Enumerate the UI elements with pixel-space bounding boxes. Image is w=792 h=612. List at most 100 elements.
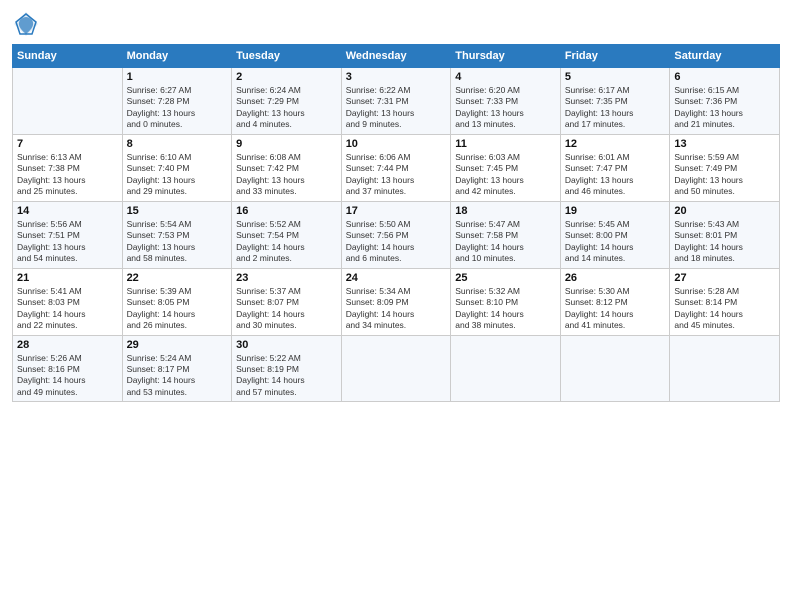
calendar-cell bbox=[13, 68, 123, 135]
calendar-cell bbox=[560, 335, 670, 402]
day-info: Sunrise: 5:39 AMSunset: 8:05 PMDaylight:… bbox=[127, 286, 228, 332]
calendar-cell bbox=[451, 335, 561, 402]
day-number: 11 bbox=[455, 138, 556, 150]
calendar-cell bbox=[670, 335, 780, 402]
day-info: Sunrise: 6:01 AMSunset: 7:47 PMDaylight:… bbox=[565, 152, 666, 198]
day-info: Sunrise: 6:13 AMSunset: 7:38 PMDaylight:… bbox=[17, 152, 118, 198]
col-header-friday: Friday bbox=[560, 45, 670, 68]
day-number: 5 bbox=[565, 71, 666, 83]
day-number: 20 bbox=[674, 205, 775, 217]
col-header-wednesday: Wednesday bbox=[341, 45, 451, 68]
day-info: Sunrise: 5:34 AMSunset: 8:09 PMDaylight:… bbox=[346, 286, 447, 332]
day-number: 2 bbox=[236, 71, 337, 83]
day-number: 17 bbox=[346, 205, 447, 217]
calendar-header-row: SundayMondayTuesdayWednesdayThursdayFrid… bbox=[13, 45, 780, 68]
day-info: Sunrise: 5:43 AMSunset: 8:01 PMDaylight:… bbox=[674, 219, 775, 265]
calendar-week-2: 7Sunrise: 6:13 AMSunset: 7:38 PMDaylight… bbox=[13, 134, 780, 201]
col-header-thursday: Thursday bbox=[451, 45, 561, 68]
calendar-cell: 30 Sunrise: 5:22 AMSunset: 8:19 PMDayligh… bbox=[232, 335, 342, 402]
day-info: Sunrise: 5:45 AMSunset: 8:00 PMDaylight:… bbox=[565, 219, 666, 265]
calendar-cell: 29Sunrise: 5:24 AMSunset: 8:17 PMDayligh… bbox=[122, 335, 232, 402]
calendar-cell: 16Sunrise: 5:52 AMSunset: 7:54 PMDayligh… bbox=[232, 201, 342, 268]
day-number: 22 bbox=[127, 272, 228, 284]
col-header-monday: Monday bbox=[122, 45, 232, 68]
calendar-cell: 10 Sunrise: 6:06 AMSunset: 7:44 PMDayligh… bbox=[341, 134, 451, 201]
day-number: 1 bbox=[127, 71, 228, 83]
calendar-table: SundayMondayTuesdayWednesdayThursdayFrid… bbox=[12, 44, 780, 402]
day-number: 19 bbox=[565, 205, 666, 217]
day-number: 10 bbox=[346, 138, 447, 150]
day-info: Sunrise: 6:15 AMSunset: 7:36 PMDaylight:… bbox=[674, 85, 775, 131]
day-info: Sunrise: 5:54 AMSunset: 7:53 PMDaylight:… bbox=[127, 219, 228, 265]
day-info: Sunrise: 5:22 AMSunset: 8:19 PMDaylight:… bbox=[236, 353, 337, 399]
day-info: Sunrise: 5:26 AMSunset: 8:16 PMDaylight:… bbox=[17, 353, 118, 399]
day-number: 15 bbox=[127, 205, 228, 217]
day-number: 26 bbox=[565, 272, 666, 284]
day-info: Sunrise: 5:47 AMSunset: 7:58 PMDaylight:… bbox=[455, 219, 556, 265]
day-number: 13 bbox=[674, 138, 775, 150]
calendar-week-1: 1 Sunrise: 6:27 AMSunset: 7:28 PMDaylight… bbox=[13, 68, 780, 135]
day-info: Sunrise: 6:22 AMSunset: 7:31 PMDaylight:… bbox=[346, 85, 447, 131]
day-number: 23 bbox=[236, 272, 337, 284]
day-info: Sunrise: 5:28 AMSunset: 8:14 PMDaylight:… bbox=[674, 286, 775, 332]
day-info: Sunrise: 5:41 AMSunset: 8:03 PMDaylight:… bbox=[17, 286, 118, 332]
calendar-cell: 17 Sunrise: 5:50 AMSunset: 7:56 PMDayligh… bbox=[341, 201, 451, 268]
day-info: Sunrise: 5:50 AMSunset: 7:56 PMDaylight:… bbox=[346, 219, 447, 265]
day-info: Sunrise: 5:37 AMSunset: 8:07 PMDaylight:… bbox=[236, 286, 337, 332]
calendar-cell: 1 Sunrise: 6:27 AMSunset: 7:28 PMDaylight… bbox=[122, 68, 232, 135]
calendar-week-3: 14 Sunrise: 5:56 AMSunset: 7:51 PMDayligh… bbox=[13, 201, 780, 268]
calendar-cell: 26Sunrise: 5:30 AMSunset: 8:12 PMDayligh… bbox=[560, 268, 670, 335]
day-number: 25 bbox=[455, 272, 556, 284]
day-number: 6 bbox=[674, 71, 775, 83]
day-info: Sunrise: 6:17 AMSunset: 7:35 PMDaylight:… bbox=[565, 85, 666, 131]
calendar-cell: 6 Sunrise: 6:15 AMSunset: 7:36 PMDaylight… bbox=[670, 68, 780, 135]
day-number: 27 bbox=[674, 272, 775, 284]
day-number: 9 bbox=[236, 138, 337, 150]
calendar-cell: 11 Sunrise: 6:03 AMSunset: 7:45 PMDayligh… bbox=[451, 134, 561, 201]
calendar-cell: 14 Sunrise: 5:56 AMSunset: 7:51 PMDayligh… bbox=[13, 201, 123, 268]
calendar-cell: 20 Sunrise: 5:43 AMSunset: 8:01 PMDayligh… bbox=[670, 201, 780, 268]
day-info: Sunrise: 6:08 AMSunset: 7:42 PMDaylight:… bbox=[236, 152, 337, 198]
col-header-tuesday: Tuesday bbox=[232, 45, 342, 68]
day-info: Sunrise: 5:52 AMSunset: 7:54 PMDaylight:… bbox=[236, 219, 337, 265]
day-info: Sunrise: 6:24 AMSunset: 7:29 PMDaylight:… bbox=[236, 85, 337, 131]
day-number: 21 bbox=[17, 272, 118, 284]
calendar-cell: 9 Sunrise: 6:08 AMSunset: 7:42 PMDaylight… bbox=[232, 134, 342, 201]
day-number: 28 bbox=[17, 339, 118, 351]
day-number: 3 bbox=[346, 71, 447, 83]
day-number: 4 bbox=[455, 71, 556, 83]
calendar-cell: 13 Sunrise: 5:59 AMSunset: 7:49 PMDayligh… bbox=[670, 134, 780, 201]
day-number: 8 bbox=[127, 138, 228, 150]
calendar-cell: 8Sunrise: 6:10 AMSunset: 7:40 PMDaylight… bbox=[122, 134, 232, 201]
logo bbox=[12, 10, 44, 38]
day-number: 29 bbox=[127, 339, 228, 351]
day-info: Sunrise: 5:59 AMSunset: 7:49 PMDaylight:… bbox=[674, 152, 775, 198]
col-header-saturday: Saturday bbox=[670, 45, 780, 68]
calendar-week-4: 21 Sunrise: 5:41 AMSunset: 8:03 PMDayligh… bbox=[13, 268, 780, 335]
col-header-sunday: Sunday bbox=[13, 45, 123, 68]
calendar-cell: 4 Sunrise: 6:20 AMSunset: 7:33 PMDaylight… bbox=[451, 68, 561, 135]
calendar-cell: 21 Sunrise: 5:41 AMSunset: 8:03 PMDayligh… bbox=[13, 268, 123, 335]
calendar-cell: 19 Sunrise: 5:45 AMSunset: 8:00 PMDayligh… bbox=[560, 201, 670, 268]
day-info: Sunrise: 6:27 AMSunset: 7:28 PMDaylight:… bbox=[127, 85, 228, 131]
day-info: Sunrise: 5:56 AMSunset: 7:51 PMDaylight:… bbox=[17, 219, 118, 265]
day-number: 30 bbox=[236, 339, 337, 351]
calendar-cell: 24 Sunrise: 5:34 AMSunset: 8:09 PMDayligh… bbox=[341, 268, 451, 335]
logo-icon bbox=[12, 10, 40, 38]
calendar-cell: 15 Sunrise: 5:54 AMSunset: 7:53 PMDayligh… bbox=[122, 201, 232, 268]
page: SundayMondayTuesdayWednesdayThursdayFrid… bbox=[0, 0, 792, 612]
day-info: Sunrise: 6:03 AMSunset: 7:45 PMDaylight:… bbox=[455, 152, 556, 198]
calendar-cell: 25 Sunrise: 5:32 AMSunset: 8:10 PMDayligh… bbox=[451, 268, 561, 335]
day-number: 24 bbox=[346, 272, 447, 284]
day-number: 12 bbox=[565, 138, 666, 150]
header bbox=[12, 10, 780, 38]
calendar-cell bbox=[341, 335, 451, 402]
calendar-cell: 5 Sunrise: 6:17 AMSunset: 7:35 PMDaylight… bbox=[560, 68, 670, 135]
calendar-cell: 7Sunrise: 6:13 AMSunset: 7:38 PMDaylight… bbox=[13, 134, 123, 201]
day-info: Sunrise: 6:06 AMSunset: 7:44 PMDaylight:… bbox=[346, 152, 447, 198]
day-number: 14 bbox=[17, 205, 118, 217]
calendar-cell: 23 Sunrise: 5:37 AMSunset: 8:07 PMDayligh… bbox=[232, 268, 342, 335]
day-info: Sunrise: 6:20 AMSunset: 7:33 PMDaylight:… bbox=[455, 85, 556, 131]
calendar-cell: 12 Sunrise: 6:01 AMSunset: 7:47 PMDayligh… bbox=[560, 134, 670, 201]
day-info: Sunrise: 5:32 AMSunset: 8:10 PMDaylight:… bbox=[455, 286, 556, 332]
